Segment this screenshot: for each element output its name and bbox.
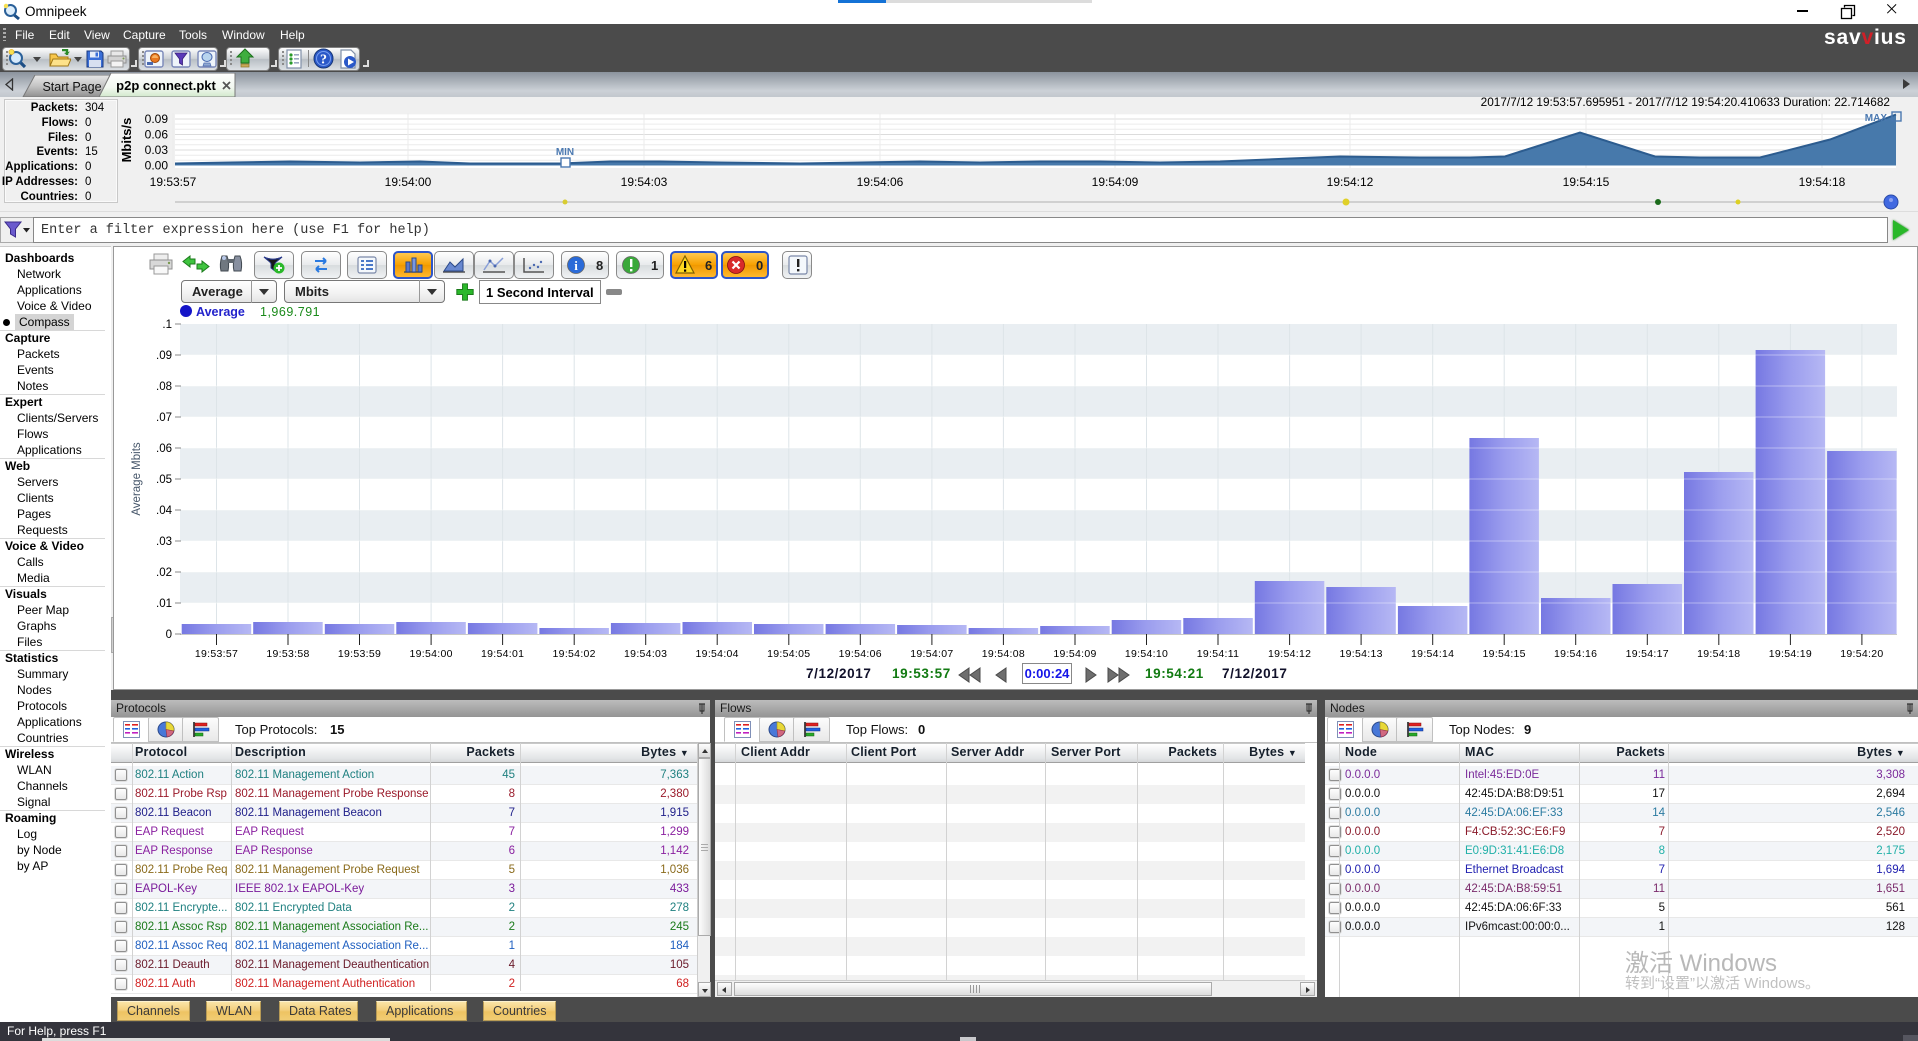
svg-text:19:54:07: 19:54:07 [910, 648, 953, 660]
svg-text:19:54:08: 19:54:08 [982, 648, 1025, 660]
svg-text:19:54:00: 19:54:00 [409, 648, 452, 660]
svg-text:19:54:15: 19:54:15 [1483, 648, 1526, 660]
svg-text:19:54:14: 19:54:14 [1411, 648, 1454, 660]
svg-text:19:54:18: 19:54:18 [1697, 648, 1740, 660]
svg-text:.02: .02 [156, 567, 172, 579]
svg-text:Average Mbits: Average Mbits [131, 442, 143, 516]
svg-text:.04: .04 [156, 505, 173, 517]
svg-text:.03: .03 [156, 536, 172, 548]
svg-text:.08: .08 [156, 381, 172, 393]
svg-text:19:54:04: 19:54:04 [696, 648, 739, 660]
svg-text:.01: .01 [156, 598, 172, 610]
svg-text:19:54:11: 19:54:11 [1197, 648, 1240, 660]
svg-text:.07: .07 [156, 412, 172, 424]
svg-text:19:54:05: 19:54:05 [767, 648, 810, 660]
svg-text:19:53:59: 19:53:59 [338, 648, 381, 660]
svg-text:19:54:09: 19:54:09 [1053, 648, 1096, 660]
svg-text:19:54:03: 19:54:03 [624, 648, 667, 660]
svg-text:.06: .06 [156, 443, 172, 455]
svg-text:19:54:01: 19:54:01 [481, 648, 524, 660]
svg-text:19:53:57: 19:53:57 [195, 648, 238, 660]
svg-text:.09: .09 [156, 350, 172, 362]
svg-text:19:54:16: 19:54:16 [1554, 648, 1597, 660]
svg-text:19:53:58: 19:53:58 [266, 648, 309, 660]
svg-text:Average: Average [196, 305, 245, 319]
svg-text:19:54:20: 19:54:20 [1840, 648, 1883, 660]
svg-text:0: 0 [166, 629, 172, 641]
svg-text:.1: .1 [162, 319, 172, 331]
svg-text:1,969.791: 1,969.791 [260, 305, 320, 319]
svg-text:.05: .05 [156, 474, 172, 486]
svg-text:19:54:17: 19:54:17 [1626, 648, 1669, 660]
svg-text:19:54:06: 19:54:06 [839, 648, 882, 660]
svg-text:19:54:12: 19:54:12 [1268, 648, 1311, 660]
svg-text:19:54:13: 19:54:13 [1339, 648, 1382, 660]
svg-text:19:54:19: 19:54:19 [1769, 648, 1812, 660]
svg-text:19:54:02: 19:54:02 [553, 648, 596, 660]
svg-text:19:54:10: 19:54:10 [1125, 648, 1168, 660]
